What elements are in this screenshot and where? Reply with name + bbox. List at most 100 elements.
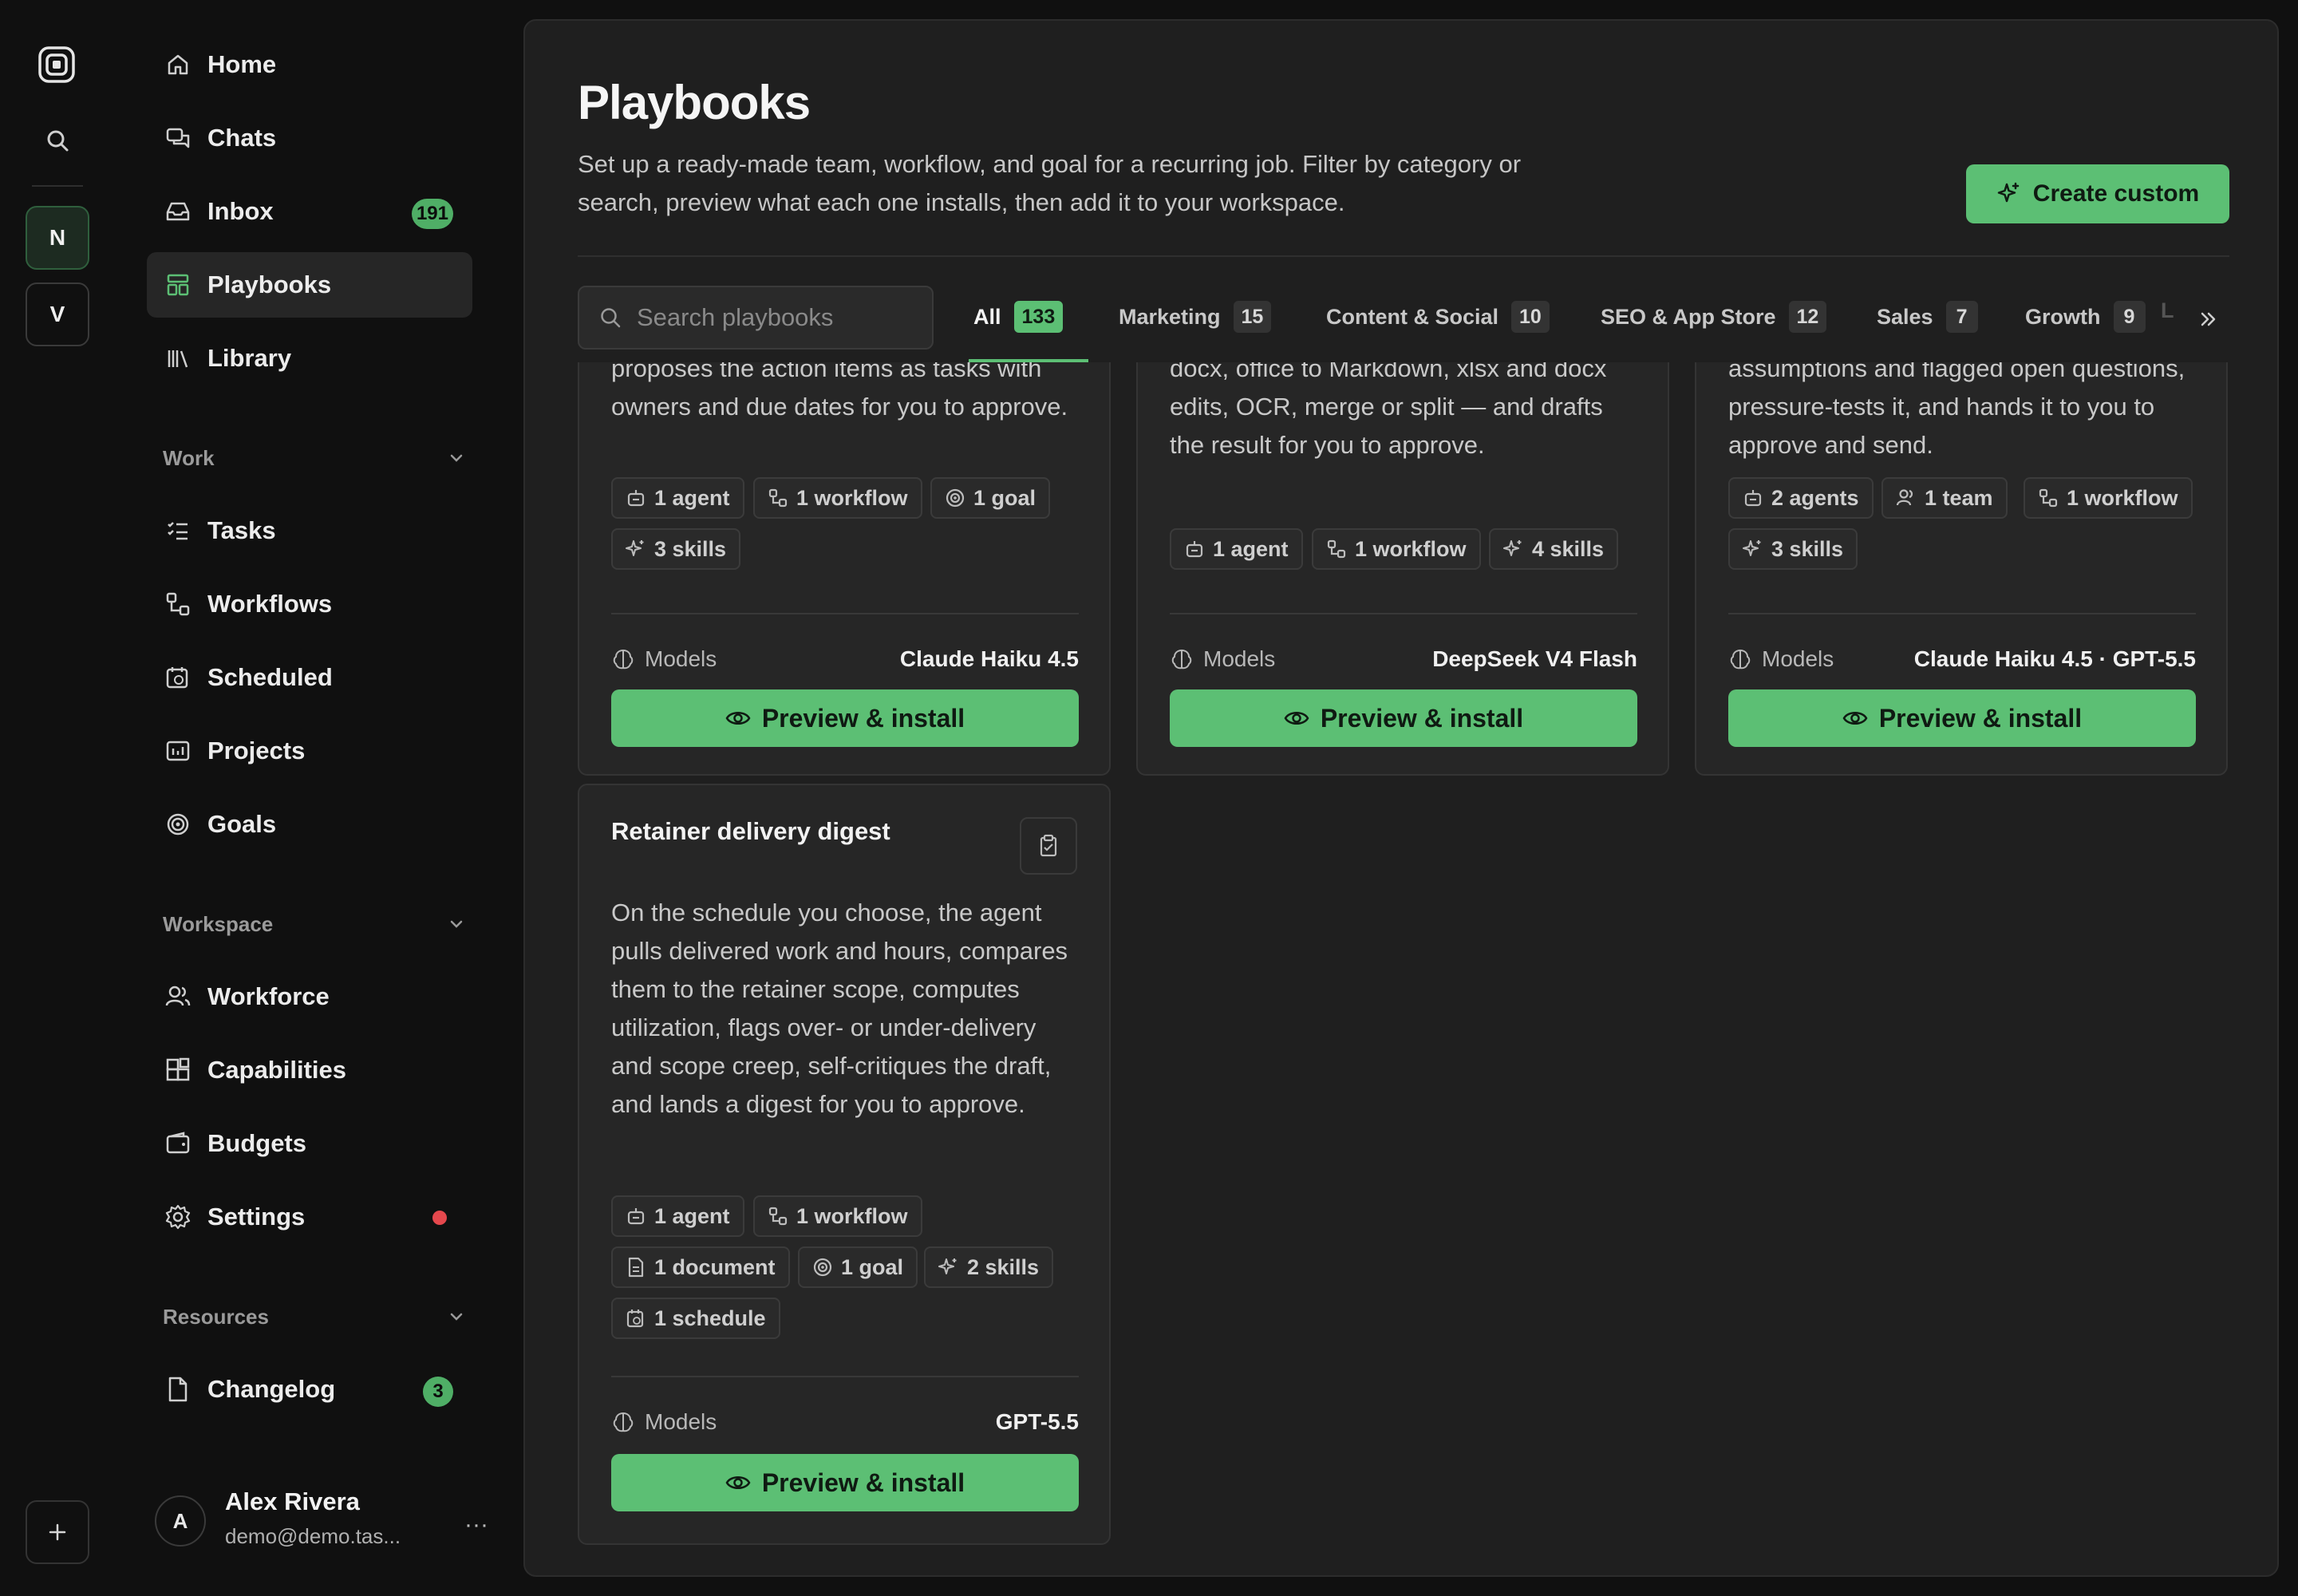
sidebar-item-projects[interactable]: Projects xyxy=(147,718,472,784)
eye-icon xyxy=(1842,712,1868,725)
workspace-switch-n[interactable]: N xyxy=(26,206,89,270)
workflow-icon xyxy=(768,1207,788,1226)
tab-content-social[interactable]: Content & Social 10 xyxy=(1326,298,1550,335)
sidebar-item-chats[interactable]: Chats xyxy=(147,105,472,171)
section-header-workspace[interactable]: Workspace xyxy=(163,908,466,940)
tasks-icon xyxy=(168,522,188,540)
card-description: On the schedule you choose, the agent pu… xyxy=(611,899,1068,1118)
chevron-down-icon xyxy=(450,454,463,462)
sidebar-item-workforce[interactable]: Workforce xyxy=(147,964,472,1029)
brain-icon xyxy=(1730,649,1751,670)
models-row: Models GPT-5.5 xyxy=(611,1406,1079,1438)
home-icon xyxy=(168,54,188,75)
sidebar-item-inbox[interactable]: Inbox 191 xyxy=(147,179,472,244)
sidebar-item-label: Projects xyxy=(207,737,306,764)
chip-workflows: 1 workflow xyxy=(753,477,922,519)
models-value: Claude Haiku 4.5 xyxy=(899,646,1079,671)
card-description: assumptions and flagged open questions, … xyxy=(1728,354,2185,459)
sidebar-item-label: Budgets xyxy=(207,1129,306,1157)
preview-install-button[interactable]: Preview & install xyxy=(611,689,1079,747)
section-header-resources[interactable]: Resources xyxy=(163,1301,466,1333)
chip-documents: 1 document xyxy=(611,1246,790,1288)
document-icon xyxy=(168,1377,188,1402)
rail-divider xyxy=(32,185,83,187)
add-workspace-button[interactable] xyxy=(26,1500,89,1564)
robot-icon xyxy=(1744,490,1762,507)
sidebar-item-label: Workflows xyxy=(207,590,333,618)
create-custom-button[interactable]: Create custom xyxy=(1966,164,2229,223)
tab-count: 12 xyxy=(1788,301,1827,333)
search-icon[interactable] xyxy=(45,128,70,153)
sidebar-item-scheduled[interactable]: Scheduled xyxy=(147,645,472,710)
chip-workflows: 1 workflow xyxy=(1312,528,1481,570)
tab-seo-app-store[interactable]: SEO & App Store 12 xyxy=(1601,298,1827,335)
user-name: Alex Rivera xyxy=(225,1487,360,1515)
playbook-card: Retainer delivery digest On the schedule… xyxy=(578,784,1111,1545)
sidebar-item-label: Playbooks xyxy=(207,271,332,298)
more-options-button[interactable]: ··· xyxy=(464,1511,488,1539)
chip-goals: 1 goal xyxy=(798,1246,918,1288)
card-divider xyxy=(611,1376,1079,1377)
chevron-down-icon xyxy=(450,920,463,928)
tab-all[interactable]: All 133 xyxy=(973,298,1064,335)
chip-workflows: 1 workflow xyxy=(2024,477,2193,519)
card-description: docx, office to Markdown, xlsx and docx … xyxy=(1170,354,1607,459)
sidebar-item-goals[interactable]: Goals xyxy=(147,792,472,857)
sidebar-item-label: Tasks xyxy=(207,516,276,544)
target-icon xyxy=(167,813,189,836)
chip-agents: 2 agents xyxy=(1728,477,1874,519)
tab-count: 10 xyxy=(1511,301,1550,333)
chip-skills: 4 skills xyxy=(1489,528,1619,570)
sidebar-item-tasks[interactable]: Tasks xyxy=(147,498,472,563)
workspace-switch-v[interactable]: V xyxy=(26,282,89,346)
brain-icon xyxy=(1171,649,1192,670)
scroll-tabs-right-button[interactable] xyxy=(2193,303,2225,335)
tab-marketing[interactable]: Marketing 15 xyxy=(1119,298,1272,335)
sidebar-item-settings[interactable]: Settings xyxy=(147,1184,472,1250)
models-value: GPT-5.5 xyxy=(995,1409,1079,1434)
chevron-down-icon xyxy=(450,1313,463,1321)
sidebar-item-budgets[interactable]: Budgets xyxy=(147,1111,472,1176)
filter-bar: All 133 Marketing 15 Content & Social 10… xyxy=(525,257,2277,362)
models-value: DeepSeek V4 Flash xyxy=(1432,646,1637,671)
card-divider xyxy=(611,613,1079,614)
brain-icon xyxy=(613,649,634,670)
sidebar-item-label: Capabilities xyxy=(207,1056,346,1084)
workspace-rail: N V xyxy=(0,0,115,1596)
section-header-work[interactable]: Work xyxy=(163,442,466,474)
clipboard-icon[interactable] xyxy=(1020,817,1077,875)
sidebar-item-playbooks[interactable]: Playbooks xyxy=(147,252,472,318)
app-logo-icon[interactable] xyxy=(37,45,77,85)
tab-sales[interactable]: Sales 7 xyxy=(1877,298,1978,335)
sidebar-item-label: Goals xyxy=(207,810,277,838)
models-row: Models Claude Haiku 4.5 xyxy=(611,643,1079,675)
preview-install-button[interactable]: Preview & install xyxy=(1728,689,2196,747)
search-input[interactable] xyxy=(637,303,924,332)
chip-agents: 1 agent xyxy=(611,477,744,519)
models-value: Claude Haiku 4.5 · GPT-5.5 xyxy=(1913,646,2196,671)
sidebar-item-workflows[interactable]: Workflows xyxy=(147,571,472,637)
search-box[interactable] xyxy=(578,286,934,350)
chip-goals: 1 goal xyxy=(930,477,1051,519)
card-title: Retainer delivery digest xyxy=(611,817,890,845)
page-description: Set up a ready-made team, workflow, and … xyxy=(578,150,1522,216)
sidebar-item-label: Inbox xyxy=(207,197,274,225)
robot-icon xyxy=(627,1208,645,1225)
users-icon xyxy=(165,986,191,1006)
tab-count: 133 xyxy=(1013,301,1064,333)
tab-count: 15 xyxy=(1233,301,1272,333)
sidebar-item-label: Home xyxy=(207,50,277,78)
preview-install-button[interactable]: Preview & install xyxy=(611,1454,1079,1511)
sidebar-item-capabilities[interactable]: Capabilities xyxy=(147,1037,472,1103)
sidebar-item-home[interactable]: Home xyxy=(147,32,472,97)
preview-install-button[interactable]: Preview & install xyxy=(1170,689,1637,747)
user-profile[interactable]: A Alex Rivera demo@demo.tas... ··· xyxy=(155,1484,488,1564)
chip-skills: 2 skills xyxy=(924,1246,1054,1288)
sidebar-item-library[interactable]: Library xyxy=(147,326,472,391)
main-panel: Playbooks Set up a ready-made team, work… xyxy=(523,19,2279,1577)
sidebar-item-changelog[interactable]: Changelog 3 xyxy=(147,1357,472,1422)
robot-icon xyxy=(1186,541,1203,558)
chevrons-right-icon xyxy=(2201,312,2216,326)
library-icon xyxy=(168,350,188,368)
tab-growth[interactable]: Growth 9 xyxy=(2025,298,2146,335)
